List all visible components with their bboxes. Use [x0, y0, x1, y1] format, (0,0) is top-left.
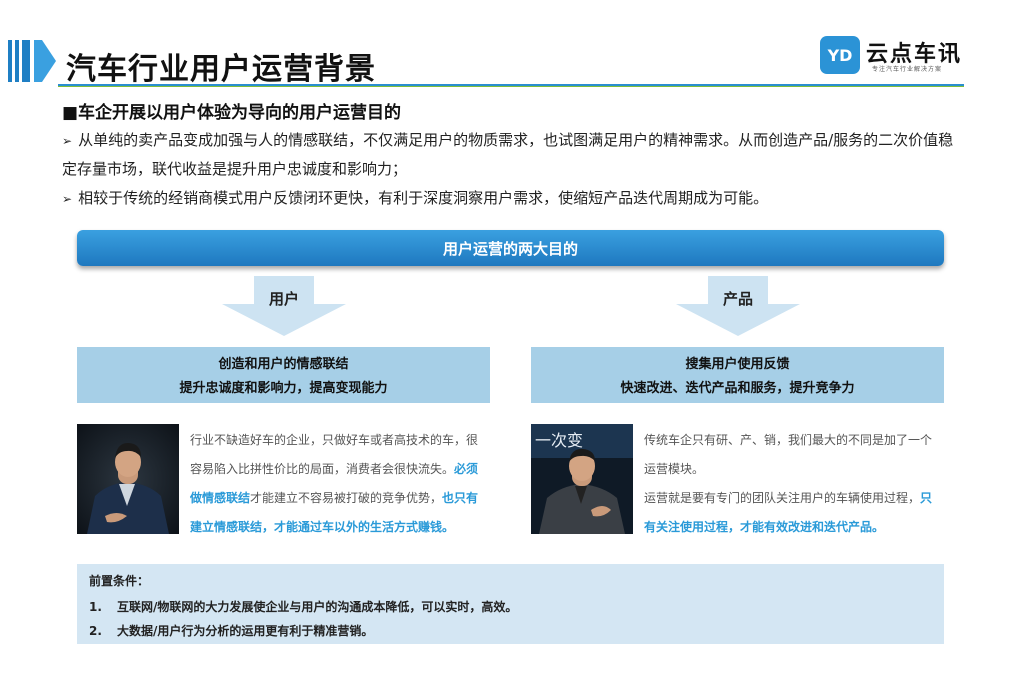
list-number: 2. [89, 624, 102, 638]
arrow-label-product: 产品 [722, 290, 753, 308]
goal-box-user: 创造和用户的情感联结 提升忠诚度和影响力，提高变现能力 [77, 347, 490, 403]
svg-text:一次变: 一次变 [535, 431, 583, 450]
quote-text: 传统车企只有研、产、销，我们最大的不同是加了一个运营模块。 [644, 433, 933, 476]
goal-line: 搜集用户使用反馈 [685, 357, 790, 372]
quote-text: 行业不缺造好车的企业，只做好车或者高技术的车，很容易陷入比拼性价比的局面，消费者… [190, 433, 479, 476]
list-item: 1. 互联网/物联网的大力发展使企业与用户的沟通成本降低，可以实时，高效。 [89, 595, 932, 619]
list-text: 大数据/用户行为分析的运用更有利于精准营销。 [117, 624, 374, 638]
bullet-item: ➢ 相较于传统的经销商模式用户反馈闭环更快，有利于深度洞察用户需求，使缩短产品迭代… [62, 184, 962, 213]
goals-banner: 用户运营的两大目的 [77, 230, 944, 266]
speaker-photo-right: 一次变 [531, 424, 633, 534]
section-subheading: ■车企开展以用户体验为导向的用户运营目的 [62, 103, 402, 123]
arrow-bullet-icon: ➢ [62, 134, 73, 148]
header-stripe-1 [8, 40, 12, 82]
page-title: 汽车行业用户运营背景 [66, 52, 376, 87]
preconditions-box: 前置条件： 1. 互联网/物联网的大力发展使企业与用户的沟通成本降低，可以实时，高… [77, 564, 944, 644]
goal-line: 创造和用户的情感联结 [218, 357, 349, 372]
speaker-photo-image: 一次变 [531, 424, 633, 534]
bullet-text: 从单纯的卖产品变成加强与人的情感联结，不仅满足用户的物质需求，也试图满足用户的精… [62, 131, 954, 178]
header-stripe-3 [22, 40, 30, 82]
goal-line: 快速改进、迭代产品和服务，提升竞争力 [620, 381, 855, 396]
arrow-bullet-icon: ➢ [62, 192, 73, 206]
list-item: 2. 大数据/用户行为分析的运用更有利于精准营销。 [89, 619, 932, 643]
goal-line: 提升忠诚度和影响力，提高变现能力 [179, 381, 388, 396]
bullet-item: ➢ 从单纯的卖产品变成加强与人的情感联结，不仅满足用户的物质需求，也试图满足用户的… [62, 126, 962, 183]
speaker-photo-left [77, 424, 179, 534]
bullet-text: 相较于传统的经销商模式用户反馈闭环更快，有利于深度洞察用户需求，使缩短产品迭代周… [78, 189, 769, 207]
speaker-photo-image [77, 424, 179, 534]
logo-icon: YD [820, 36, 860, 74]
quote-text: 才能建立不容易被打破的竞争优势， [250, 491, 443, 505]
quote-left: 行业不缺造好车的企业，只做好车或者高技术的车，很容易陷入比拼性价比的局面，消费者… [190, 426, 488, 542]
list-text: 互联网/物联网的大力发展使企业与用户的沟通成本降低，可以实时，高效。 [117, 600, 518, 614]
quote-para: 运营就是要有专门的团队关注用户的车辆使用过程，只有关注使用过程，才能有效改进和迭… [644, 484, 940, 542]
logo-tagline: 专注汽车行业解决方案 [872, 66, 943, 73]
header-divider-accent [58, 86, 964, 87]
quote-text: 运营就是要有专门的团队关注用户的车辆使用过程， [644, 491, 921, 505]
header-stripe-2 [15, 40, 19, 82]
arrow-label-user: 用户 [268, 290, 299, 308]
preconditions-title: 前置条件： [89, 574, 150, 588]
list-number: 1. [89, 600, 102, 614]
goal-box-product: 搜集用户使用反馈 快速改进、迭代产品和服务，提升竞争力 [531, 347, 944, 403]
header-chevron-icon [34, 40, 56, 82]
quote-right: 传统车企只有研、产、销，我们最大的不同是加了一个运营模块。 运营就是要有专门的团… [644, 426, 940, 542]
